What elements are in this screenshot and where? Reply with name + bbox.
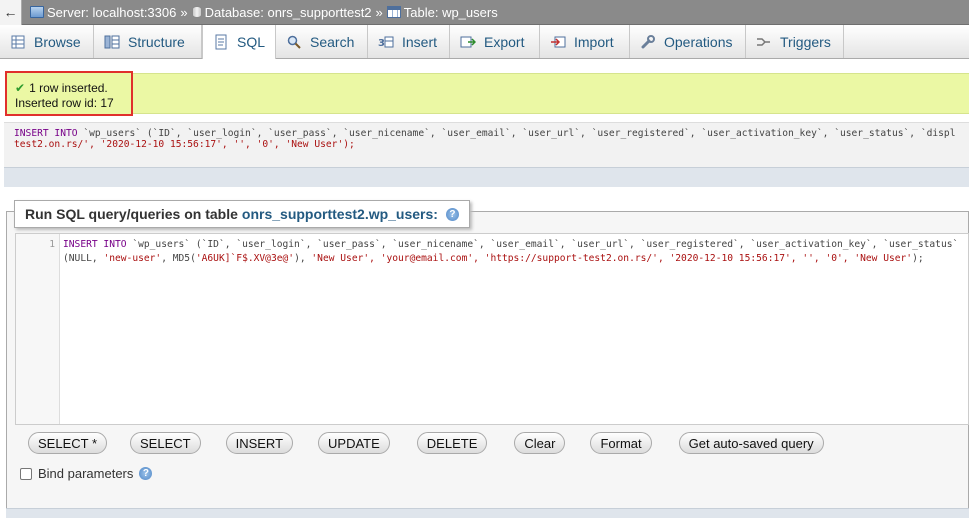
sql-text: ); [912,253,924,264]
bind-parameters-label: Bind parameters [38,466,134,481]
format-button[interactable]: Format [590,432,652,454]
select-star-button[interactable]: SELECT * [28,432,108,454]
tab-export[interactable]: Export [450,25,540,58]
help-icon[interactable]: ? [139,467,153,480]
tab-structure[interactable]: Structure [94,25,202,58]
sql-keyword: INSERT INTO [14,128,78,139]
select-button[interactable]: SELECT [130,432,201,454]
insert-icon: 3 [378,34,394,50]
executed-sql-code: INSERT INTO `wp_users` (`ID`, `user_logi… [4,123,969,150]
get-auto-saved-query-button[interactable]: Get auto-saved query [678,432,824,454]
bind-parameters-checkbox[interactable] [20,467,32,480]
breadcrumb-separator: » [180,4,188,20]
tab-operations[interactable]: Operations [630,25,746,58]
update-button[interactable]: UPDATE [318,432,390,454]
tab-label: Export [484,33,525,50]
table-icon [386,6,401,18]
success-banner [133,73,969,114]
sql-text: `wp_users` (`ID`, `user_login`, `user_pa… [77,128,956,139]
sql-text: (NULL, [63,253,104,264]
bind-parameters[interactable]: Bind parameters ? [20,466,153,481]
wrench-icon [640,34,656,50]
tab-label: Import [574,33,614,50]
tab-sql[interactable]: SQL [202,25,276,59]
export-icon [460,34,476,50]
breadcrumb-database-label[interactable]: Database: onrs_supporttest2 [205,5,372,20]
success-line-2: Inserted row id: 17 [15,96,114,110]
tab-triggers[interactable]: Triggers [746,25,844,58]
tab-bar: Browse Structure SQL Search 3 Insert Exp… [0,25,969,59]
sql-string: 'new-user' [103,253,162,264]
tab-label: Insert [402,33,438,50]
query-button-row: SELECT * SELECT INSERT UPDATE DELETE Cle… [28,432,824,454]
tab-label: Structure [128,33,185,50]
breadcrumb-separator: » [375,4,383,20]
clear-button[interactable]: Clear [514,432,566,454]
import-icon [550,34,566,50]
help-icon[interactable]: ? [445,207,459,221]
tab-label: Search [310,33,355,50]
browse-icon [10,34,26,50]
back-arrow-icon[interactable]: ← [0,0,22,25]
server-icon [30,6,44,18]
sql-keyword: INSERT INTO [63,239,127,250]
executed-sql-box: INSERT INTO `wp_users` (`ID`, `user_logi… [4,122,969,187]
sql-editor[interactable]: 1 INSERT INTO `wp_users` (`ID`, `user_lo… [15,233,969,425]
tab-label: Triggers [780,33,831,50]
delete-button[interactable]: DELETE [416,432,488,454]
tab-import[interactable]: Import [540,25,630,58]
sql-string: 'A6UK]`F$.XV@3e@' [195,253,295,264]
table-link[interactable]: onrs_supporttest2.wp_users: [242,206,438,222]
structure-icon [104,34,120,50]
panel-title: Run SQL query/queries on table onrs_supp… [14,200,470,228]
tab-label: SQL [236,34,265,50]
svg-text:3: 3 [378,38,385,49]
sql-text: , MD5( [161,253,196,264]
search-icon [286,34,302,50]
sql-icon [213,34,229,50]
success-message: ✔ 1 row inserted. Inserted row id: 17 [5,71,133,116]
tab-browse[interactable]: Browse [0,25,94,58]
success-line-1: 1 row inserted. [29,81,108,95]
panel-footer [6,508,969,518]
tab-search[interactable]: Search [276,25,368,58]
triggers-icon [756,34,772,50]
sql-editor-code[interactable]: INSERT INTO `wp_users` (`ID`, `user_logi… [63,238,968,266]
database-icon [191,6,202,18]
sql-text: ), [294,253,312,264]
sql-string: 'New User', 'your@email.com', 'https://s… [311,253,913,264]
sql-text: `wp_users` (`ID`, `user_login`, `user_pa… [126,239,959,250]
checkmark-icon: ✔ [15,81,26,95]
breadcrumb-bar: ← Server: localhost:3306 » Database: onr… [0,0,969,25]
breadcrumb-table-label[interactable]: Table: wp_users [404,5,498,20]
sql-text: test2.on.rs/', '2020-12-10 15:56:17', ''… [14,139,355,150]
breadcrumb-table[interactable]: Table: wp_users [386,5,498,20]
breadcrumb-server-label[interactable]: Server: localhost:3306 [47,5,176,20]
insert-button[interactable]: INSERT [225,432,294,454]
tab-insert[interactable]: 3 Insert [368,25,450,58]
line-number: 1 [16,234,60,424]
tab-label: Browse [34,33,81,50]
breadcrumb-server[interactable]: Server: localhost:3306 » [30,5,192,20]
executed-sql-footer [4,167,969,187]
breadcrumb-database[interactable]: Database: onrs_supporttest2 » [191,4,387,20]
tab-label: Operations [664,33,733,50]
panel-title-text: Run SQL query/queries on table [25,206,238,222]
